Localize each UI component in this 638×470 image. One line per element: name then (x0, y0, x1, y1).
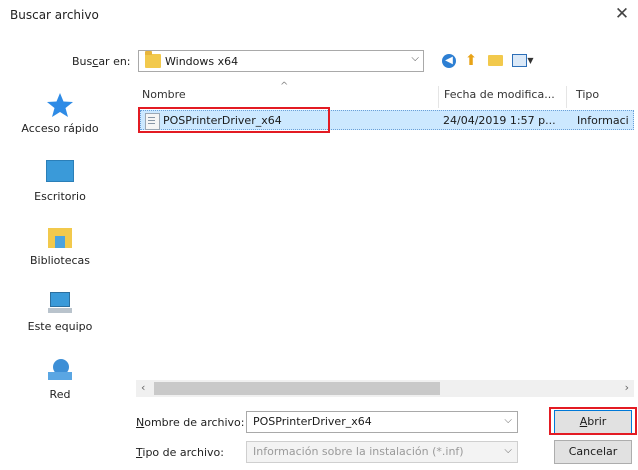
lookin-label: Buscar en: (72, 55, 131, 68)
up-folder-button[interactable]: ⬆ (462, 50, 480, 70)
place-desktop[interactable]: Escritorio (10, 160, 110, 203)
close-icon: ✕ (614, 4, 630, 24)
libraries-icon (46, 224, 74, 250)
scrollbar-thumb[interactable] (154, 382, 440, 395)
highlight-box-open (549, 407, 637, 435)
scroll-left-icon[interactable]: ‹ (141, 381, 145, 394)
place-libraries[interactable]: Bibliotecas (10, 224, 110, 267)
folder-icon (145, 51, 161, 68)
horizontal-scrollbar[interactable]: ‹ › (136, 380, 634, 397)
filename-input[interactable]: POSPrinterDriver_x64 ⌵ (246, 411, 518, 433)
view-menu-icon (512, 54, 528, 67)
file-type: Informaci (577, 114, 629, 127)
place-network[interactable]: Red (10, 358, 110, 401)
filetype-label: Tipo de archivo: (136, 446, 224, 459)
desktop-icon (46, 160, 74, 186)
sort-caret-icon: ^ (280, 81, 289, 92)
column-header-type[interactable]: Tipo (576, 88, 599, 106)
chevron-down-icon: ⌵ (504, 445, 512, 456)
back-icon: ◀ (442, 54, 456, 68)
place-quick-access[interactable]: Acceso rápido (10, 92, 110, 135)
file-date: 24/04/2019 1:57 p... (443, 114, 556, 127)
computer-icon (46, 290, 74, 316)
place-this-pc[interactable]: Este equipo (10, 290, 110, 333)
network-icon (46, 358, 74, 384)
column-divider (438, 86, 439, 108)
back-button[interactable]: ◀ (440, 50, 458, 70)
column-header-date[interactable]: Fecha de modifica... (444, 88, 555, 106)
column-divider (566, 86, 567, 108)
chevron-down-icon: ⌵ (411, 53, 419, 64)
highlight-box-file (138, 107, 330, 133)
star-icon (46, 92, 74, 118)
view-menu-button[interactable]: ▼ (510, 50, 536, 70)
lookin-combo[interactable]: Windows x64 ⌵ (138, 50, 424, 72)
filetype-select: Información sobre la instalación (*.inf)… (246, 441, 518, 463)
new-folder-icon (487, 55, 503, 66)
scroll-right-icon[interactable]: › (625, 381, 629, 394)
close-button[interactable]: ✕ (612, 4, 632, 24)
new-folder-button[interactable] (486, 50, 504, 70)
cancel-button[interactable]: Cancelar (554, 440, 632, 464)
up-folder-icon: ⬆ (464, 51, 478, 69)
lookin-value: Windows x64 (165, 55, 239, 68)
column-header-name[interactable]: Nombre (142, 88, 186, 106)
dialog-title: Buscar archivo (10, 8, 99, 22)
chevron-down-icon[interactable]: ⌵ (504, 415, 512, 426)
filename-label: Nombre de archivo: (136, 416, 245, 429)
